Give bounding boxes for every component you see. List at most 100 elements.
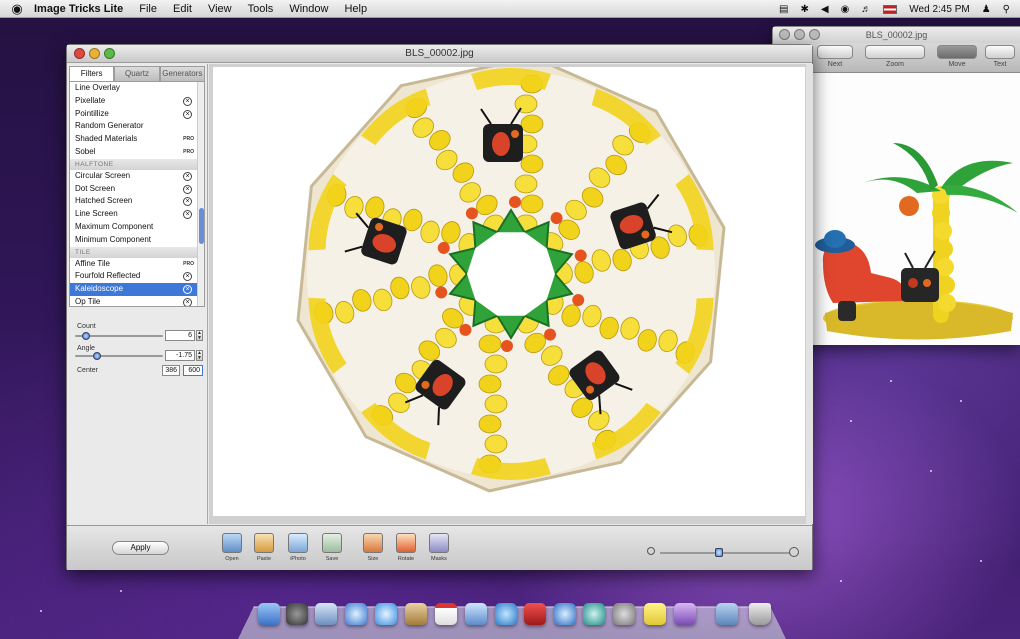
sync-icon[interactable]: ◀ — [821, 4, 829, 15]
count-stepper[interactable]: ▲ ▼ — [196, 330, 203, 341]
masks-button[interactable]: Masks — [424, 533, 454, 562]
app-store-icon[interactable] — [583, 603, 605, 625]
apply-button[interactable]: Apply — [112, 541, 169, 555]
menu-app-name[interactable]: Image Tricks Lite — [34, 3, 123, 15]
remove-filter-icon[interactable]: × — [183, 109, 192, 119]
input-source-flag-icon[interactable] — [883, 4, 898, 14]
remove-filter-icon[interactable]: × — [183, 297, 192, 306]
preview-minimize-button[interactable] — [794, 29, 805, 40]
paste-button[interactable]: Paste — [249, 533, 279, 562]
zoom-in-icon[interactable] — [789, 547, 799, 557]
remove-filter-icon[interactable]: × — [183, 184, 192, 194]
preview-text-button[interactable]: Text — [985, 45, 1015, 68]
close-button[interactable] — [74, 48, 85, 59]
angle-field[interactable]: -1.75 — [165, 350, 195, 361]
mail-icon[interactable] — [315, 603, 337, 625]
wifi-icon[interactable]: ◉ — [841, 4, 850, 15]
filter-item[interactable]: Shaded Materials PRO — [70, 133, 204, 146]
filter-item[interactable]: Fourfold Reflected × — [70, 270, 204, 283]
volume-icon[interactable]: ♬ — [861, 4, 871, 15]
filter-item[interactable]: Hatched Screen × — [70, 195, 204, 208]
menu-help[interactable]: Help — [344, 3, 367, 15]
filter-item[interactable]: Kaleidoscope × — [70, 283, 204, 296]
itunes-icon[interactable] — [495, 603, 517, 625]
filter-item[interactable]: Circular Screen × — [70, 170, 204, 183]
angle-slider[interactable] — [75, 352, 163, 360]
user-icon[interactable]: ♟ — [982, 4, 991, 15]
filter-item-label: Minimum Component — [75, 234, 152, 244]
applications-folder-icon[interactable] — [716, 603, 738, 625]
filter-item[interactable]: Op Tile × — [70, 296, 204, 306]
stickies-icon[interactable] — [644, 603, 666, 625]
zoom-slider[interactable] — [660, 548, 790, 557]
finder-icon[interactable] — [258, 603, 280, 625]
filter-item[interactable]: Maximum Component — [70, 221, 204, 234]
apple-icon[interactable]: ◉ — [0, 1, 34, 17]
preview-move-button[interactable]: Move — [937, 45, 977, 68]
preview-zoom-control[interactable]: Zoom — [865, 45, 925, 68]
remove-filter-icon[interactable]: × — [183, 197, 192, 207]
menu-clock[interactable]: Wed 2:45 PM — [909, 4, 969, 15]
address-book-icon[interactable] — [405, 603, 427, 625]
image-canvas[interactable] — [213, 67, 805, 516]
size-button[interactable]: Size — [358, 533, 388, 562]
spotlight-search-icon[interactable]: ⚲ — [1003, 4, 1010, 15]
minimize-button[interactable] — [89, 48, 100, 59]
filter-item[interactable]: Pixellate × — [70, 95, 204, 108]
zoom-out-icon[interactable] — [647, 547, 655, 555]
angle-slider-knob[interactable] — [93, 352, 102, 360]
tab-generators[interactable]: Generators — [159, 66, 205, 81]
filter-item[interactable]: Sobel PRO — [70, 146, 204, 159]
zoom-button[interactable] — [104, 48, 115, 59]
tab-filters[interactable]: Filters — [69, 66, 115, 81]
remove-filter-icon[interactable]: × — [183, 285, 192, 295]
iphoto-button[interactable]: iPhoto — [283, 533, 313, 562]
tab-quartz[interactable]: Quartz — [114, 66, 160, 81]
filter-item[interactable]: Affine Tile PRO — [70, 258, 204, 271]
angle-stepper[interactable]: ▲ ▼ — [196, 350, 203, 361]
filter-list-scrollbar[interactable] — [197, 82, 204, 306]
spaces-icon[interactable]: ▤ — [779, 4, 788, 15]
filter-item[interactable]: Dot Screen × — [70, 183, 204, 196]
preview-next-button[interactable]: Next — [817, 45, 853, 68]
menu-edit[interactable]: Edit — [173, 3, 192, 15]
rotate-button[interactable]: Rotate — [391, 533, 421, 562]
center-y-field[interactable]: 600 — [183, 365, 203, 376]
menu-tools[interactable]: Tools — [248, 3, 274, 15]
zoom-slider-knob[interactable] — [714, 548, 723, 557]
count-field[interactable]: 6 — [165, 330, 195, 341]
menu-view[interactable]: View — [208, 3, 232, 15]
preview-close-button[interactable] — [779, 29, 790, 40]
menu-window[interactable]: Window — [289, 3, 328, 15]
save-button[interactable]: Save — [317, 533, 347, 562]
bluetooth-icon[interactable]: ✱ — [800, 4, 808, 15]
dashboard-icon[interactable] — [286, 603, 308, 625]
open-button[interactable]: Open — [217, 533, 247, 562]
filter-list-scroll-thumb[interactable] — [199, 208, 204, 244]
remove-filter-icon[interactable]: × — [183, 96, 192, 106]
menu-file[interactable]: File — [139, 3, 157, 15]
canvas-scrollbar[interactable] — [806, 64, 813, 524]
filter-list[interactable]: Line Overlay Pixellate × Pointillize × Random… — [69, 81, 205, 307]
image-tricks-dock-icon[interactable] — [674, 603, 696, 625]
time-machine-icon[interactable] — [554, 603, 576, 625]
count-slider[interactable] — [75, 332, 163, 340]
filter-item[interactable]: Pointillize × — [70, 108, 204, 121]
filter-item[interactable]: Random Generator — [70, 120, 204, 133]
filter-item[interactable]: Minimum Component — [70, 234, 204, 247]
count-slider-knob[interactable] — [81, 332, 90, 340]
safari-icon[interactable] — [345, 603, 367, 625]
filter-item[interactable]: Line Screen × — [70, 208, 204, 221]
filter-item[interactable]: Line Overlay — [70, 82, 204, 95]
trash-icon[interactable] — [749, 603, 771, 625]
preview-zoom-button[interactable] — [809, 29, 820, 40]
ichat-icon[interactable] — [375, 603, 397, 625]
remove-filter-icon[interactable]: × — [183, 171, 192, 181]
system-preferences-icon[interactable] — [613, 603, 635, 625]
center-x-field[interactable]: 386 — [162, 365, 180, 376]
iphoto-dock-icon[interactable] — [465, 603, 487, 625]
remove-filter-icon[interactable]: × — [183, 272, 192, 282]
ical-icon[interactable] — [435, 603, 457, 625]
photo-booth-icon[interactable] — [524, 603, 546, 625]
remove-filter-icon[interactable]: × — [183, 210, 192, 220]
